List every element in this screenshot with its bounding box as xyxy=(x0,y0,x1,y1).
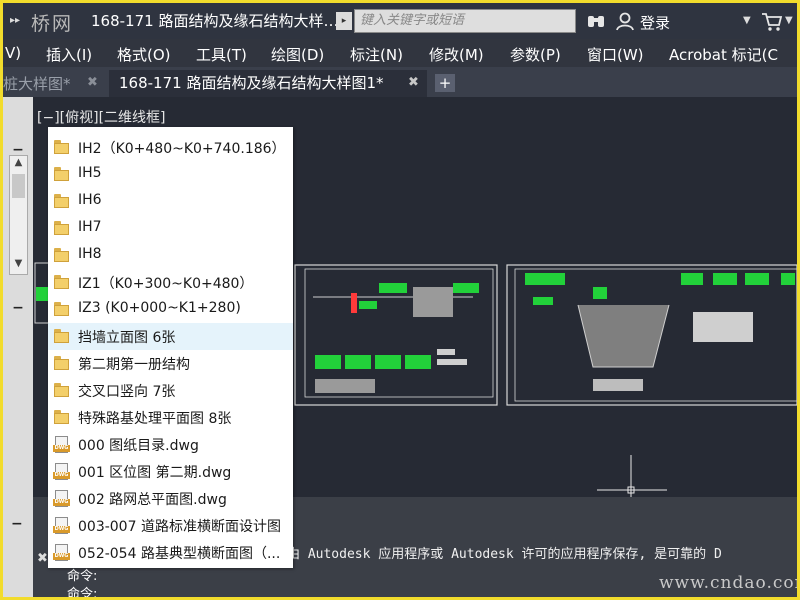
folder-item[interactable]: 交叉口竖向 7张 xyxy=(48,377,293,404)
command-input[interactable]: 命令: xyxy=(67,583,97,597)
folder-icon xyxy=(53,166,70,183)
dwg-file-icon: DWG xyxy=(53,436,70,453)
menu-format[interactable]: 格式(O) xyxy=(117,44,171,65)
folder-icon xyxy=(53,409,70,426)
tab-current-label: 168-171 路面结构及缘石结构大样图1* xyxy=(119,74,384,92)
login-dropdown-icon[interactable]: ▼ xyxy=(743,15,751,26)
collapse-icon[interactable]: − xyxy=(11,516,23,532)
dwg-badge: DWG xyxy=(53,553,70,560)
folder-icon xyxy=(53,382,70,399)
item-label: 052-054 路基典型横断面图（... xyxy=(78,546,281,562)
item-label: 交叉口竖向 7张 xyxy=(78,384,176,400)
palette-scrollbar[interactable]: ▲ ▼ xyxy=(9,155,28,275)
item-label: 002 路网总平面图.dwg xyxy=(78,492,227,508)
scroll-down-icon[interactable]: ▼ xyxy=(12,258,25,272)
scrollbar-thumb[interactable] xyxy=(12,174,25,198)
menu-insert[interactable]: 插入(I) xyxy=(46,44,92,65)
folder-item[interactable]: IZ1（K0+300~K0+480） xyxy=(48,269,293,296)
item-label: 第二期第一册结构 xyxy=(78,357,190,373)
item-label: 000 图纸目录.dwg xyxy=(78,438,199,454)
folder-icon xyxy=(53,301,70,318)
login-link[interactable]: 登录 xyxy=(640,12,670,33)
file-item[interactable]: DWG 002 路网总平面图.dwg xyxy=(48,485,293,512)
item-label: IH6 xyxy=(78,192,102,208)
menu-bar: V) 插入(I) 格式(O) 工具(T) 绘图(D) 标注(N) 修改(M) 参… xyxy=(3,39,797,67)
item-label: IH7 xyxy=(78,219,102,235)
folder-item[interactable]: IH6 xyxy=(48,188,293,215)
drawing-sheet-middle xyxy=(294,264,498,406)
dwg-file-icon: DWG xyxy=(53,490,70,507)
autocad-window: ▸▸ 桥网 168-171 路面结构及缘石结构大样… ▸ 键入关键字或短语 登录… xyxy=(3,3,797,597)
scroll-up-icon[interactable]: ▲ xyxy=(12,157,25,171)
file-browser-dropdown: IH2（K0+480~K0+740.186） IH5 IH6 IH7 IH8 IZ1（K0… xyxy=(48,127,293,568)
menu-window[interactable]: 窗口(W) xyxy=(587,44,644,65)
folder-icon xyxy=(53,139,70,156)
cart-dropdown-icon[interactable]: ▼ xyxy=(785,15,793,26)
dwg-file-icon: DWG xyxy=(53,544,70,561)
document-title: 168-171 路面结构及缘石结构大样… xyxy=(91,12,339,30)
folder-item[interactable]: 第二期第一册结构 xyxy=(48,350,293,377)
dwg-file-icon: DWG xyxy=(53,517,70,534)
folder-icon xyxy=(53,355,70,372)
file-item[interactable]: DWG 000 图纸目录.dwg xyxy=(48,431,293,458)
cart-icon[interactable] xyxy=(761,12,783,32)
collapse-icon[interactable]: − xyxy=(10,301,26,315)
menu-modify[interactable]: 修改(M) xyxy=(429,44,484,65)
menu-tools[interactable]: 工具(T) xyxy=(196,44,247,65)
file-item[interactable]: DWG 003-007 道路标准横断面设计图 xyxy=(48,512,293,539)
item-label: 特殊路基处理平面图 8张 xyxy=(78,411,232,427)
dwg-badge: DWG xyxy=(53,445,70,452)
item-label: 003-007 道路标准横断面设计图 xyxy=(78,519,281,535)
viewport-controls[interactable]: [−][俯视][二维线框] xyxy=(37,107,166,127)
folder-item[interactable]: 特殊路基处理平面图 8张 xyxy=(48,404,293,431)
drawing-sheet-right xyxy=(506,264,797,406)
tab-previous-label: 桩大样图* xyxy=(3,75,71,93)
folder-item[interactable]: 挡墙立面图 6张 xyxy=(48,323,293,350)
command-history: 由 Autodesk 应用程序或 Autodesk 许可的应用程序保存, 是可靠… xyxy=(287,547,722,562)
folder-item[interactable]: IH5 xyxy=(48,161,293,188)
title-expand-button[interactable]: ▸ xyxy=(336,12,352,30)
menu-view[interactable]: V) xyxy=(5,44,21,62)
watermark: www.cndao.com xyxy=(659,573,797,593)
quick-access-arrow-icon[interactable]: ▸▸ xyxy=(6,13,24,29)
search-input[interactable]: 键入关键字或短语 xyxy=(354,9,576,33)
folder-icon xyxy=(53,274,70,291)
binoculars-icon[interactable] xyxy=(587,12,605,30)
crosshair-cursor xyxy=(597,455,667,509)
dwg-badge: DWG xyxy=(53,526,70,533)
item-label: IH5 xyxy=(78,165,102,181)
folder-icon xyxy=(53,193,70,210)
close-icon[interactable]: ✖ xyxy=(37,551,48,566)
app-logo: 桥网 xyxy=(31,13,74,35)
document-tab-bar: 桩大样图* ✖ 168-171 路面结构及缘石结构大样图1* ✖ + xyxy=(3,67,797,97)
close-icon[interactable]: ✖ xyxy=(408,75,419,90)
dwg-badge: DWG xyxy=(53,499,70,506)
title-bar: ▸▸ 桥网 168-171 路面结构及缘石结构大样… ▸ 键入关键字或短语 登录… xyxy=(3,3,797,39)
new-tab-button[interactable]: + xyxy=(435,74,455,92)
folder-icon xyxy=(53,247,70,264)
file-item[interactable]: DWG 052-054 路基典型横断面图（... xyxy=(48,539,293,566)
menu-acrobat[interactable]: Acrobat 标记(C xyxy=(669,44,778,65)
item-label: 001 区位图 第二期.dwg xyxy=(78,465,232,481)
item-label: 挡墙立面图 6张 xyxy=(78,330,176,346)
dwg-badge: DWG xyxy=(53,472,70,479)
close-icon[interactable]: ✖ xyxy=(87,75,98,90)
folder-icon xyxy=(53,220,70,237)
file-item[interactable]: DWG 001 区位图 第二期.dwg xyxy=(48,458,293,485)
folder-icon xyxy=(53,328,70,345)
user-icon[interactable] xyxy=(615,11,635,31)
menu-draw[interactable]: 绘图(D) xyxy=(271,44,324,65)
item-label: IH8 xyxy=(78,246,102,262)
menu-dimension[interactable]: 标注(N) xyxy=(350,44,403,65)
folder-item[interactable]: IZ3 (K0+000~K1+280) xyxy=(48,296,293,323)
item-label: IZ3 (K0+000~K1+280) xyxy=(78,300,241,316)
folder-item[interactable]: IH8 xyxy=(48,242,293,269)
dwg-file-icon: DWG xyxy=(53,463,70,480)
folder-item[interactable]: IH2（K0+480~K0+740.186） xyxy=(48,134,293,161)
tab-current-drawing[interactable]: 168-171 路面结构及缘石结构大样图1* xyxy=(109,70,427,97)
menu-parametric[interactable]: 参数(P) xyxy=(510,44,561,65)
item-label: IH2（K0+480~K0+740.186） xyxy=(78,141,286,157)
folder-item[interactable]: IH7 xyxy=(48,215,293,242)
item-label: IZ1（K0+300~K0+480） xyxy=(78,276,254,292)
